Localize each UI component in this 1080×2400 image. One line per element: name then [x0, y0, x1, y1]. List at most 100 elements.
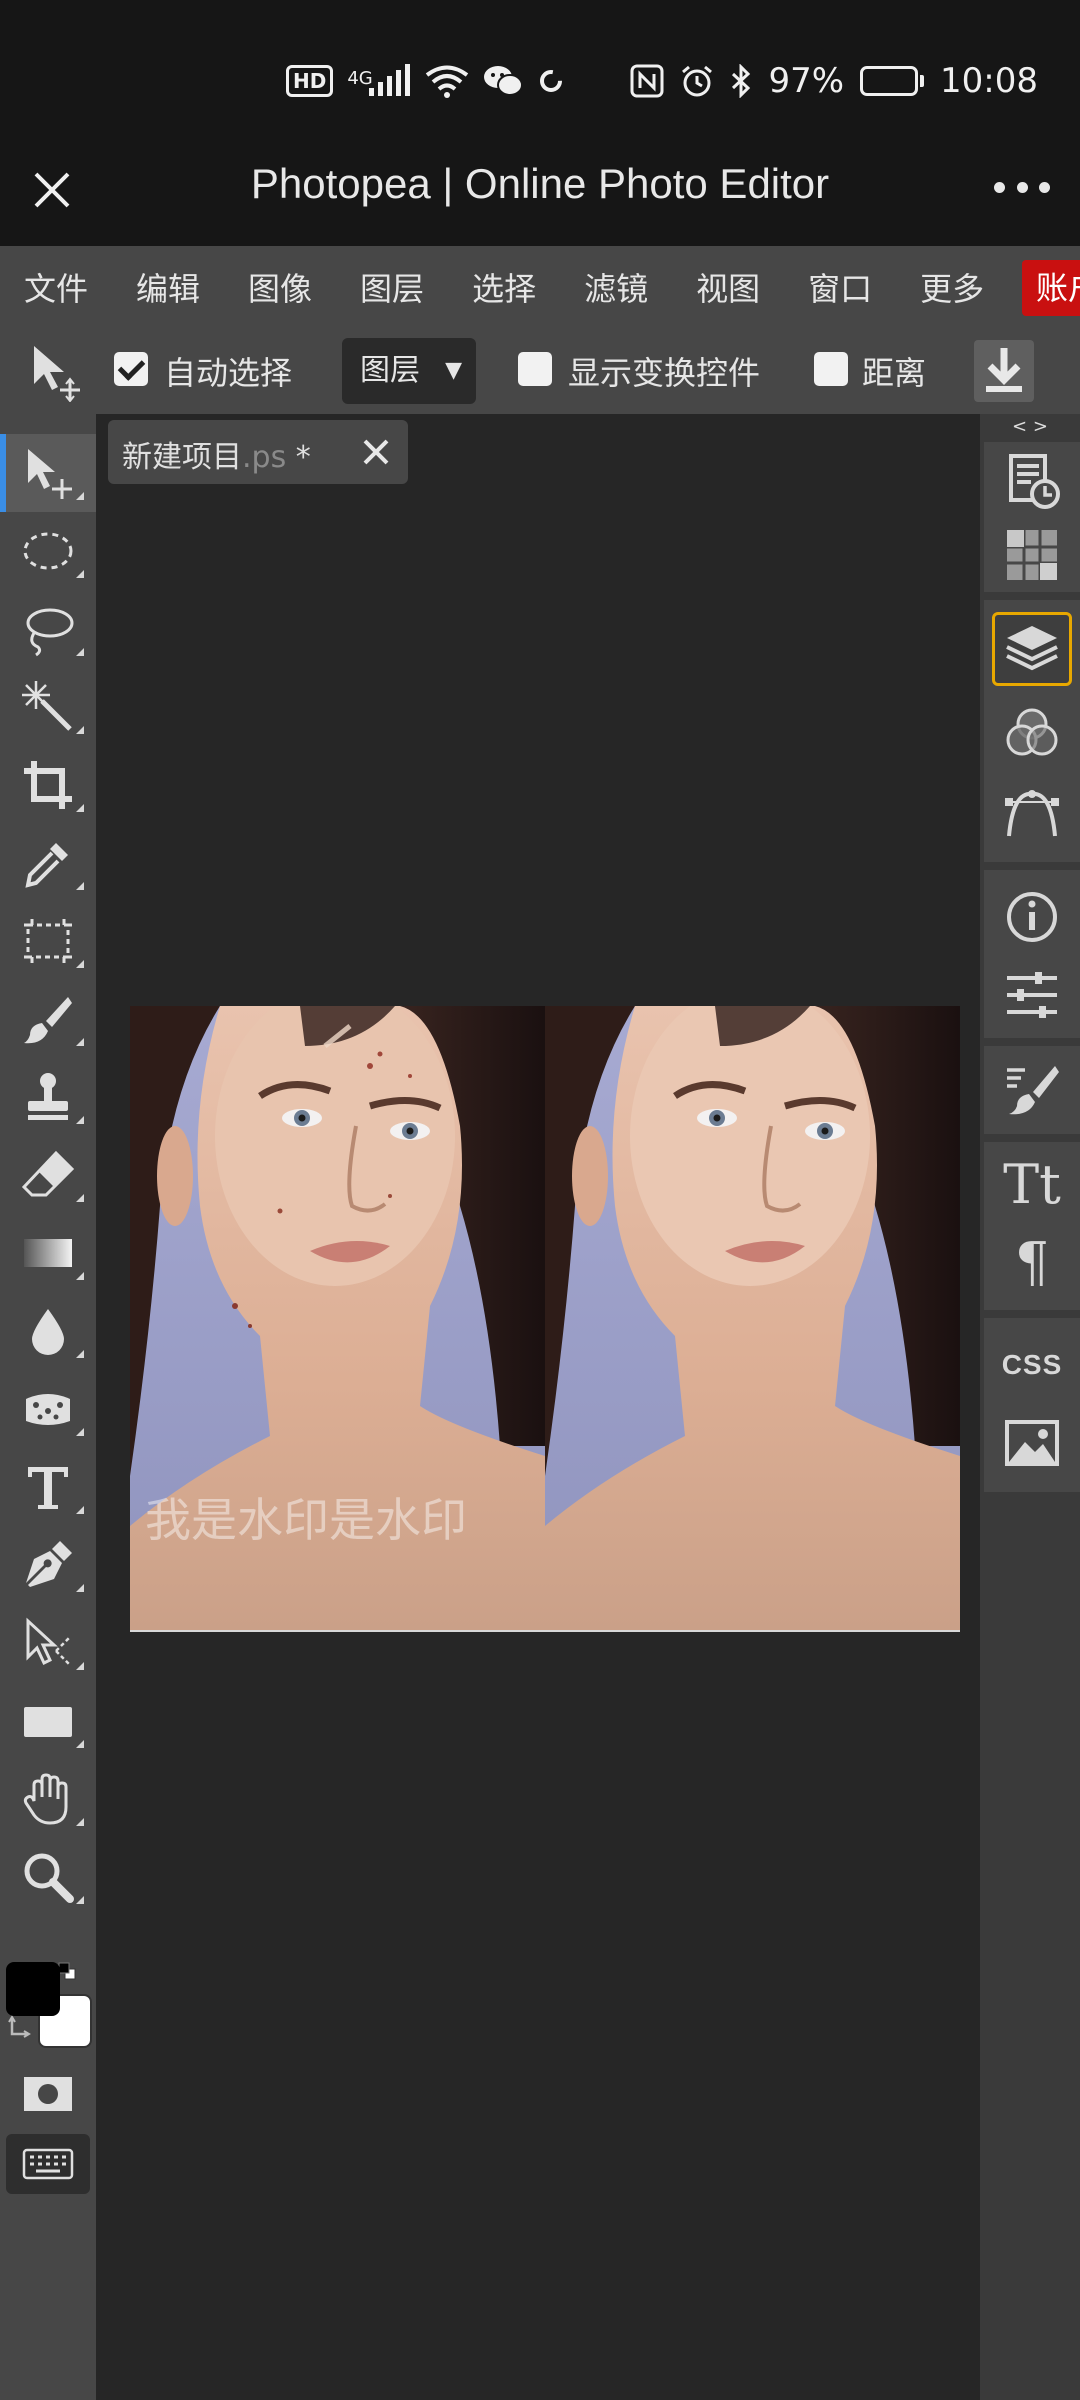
paths-icon — [1005, 790, 1059, 837]
auto-select-target-dropdown[interactable]: 图层 ▼ — [342, 338, 476, 404]
frame-select-tool[interactable] — [0, 902, 96, 980]
dock-group-info — [984, 870, 1080, 1038]
dashed-frame-icon — [24, 919, 72, 963]
sponge-tool[interactable] — [0, 1370, 96, 1448]
dock-group-brush — [984, 1046, 1080, 1134]
css-panel-button[interactable]: CSS — [992, 1328, 1072, 1402]
status-bar: HD 4G 97% 10:08 — [0, 0, 1080, 150]
default-colors-icon[interactable] — [58, 1962, 76, 1980]
status-left-icons: HD 4G — [286, 58, 565, 104]
document-tab-title: 新建项目.ps * — [122, 432, 311, 476]
menu-window[interactable]: 窗口 — [808, 264, 872, 310]
auto-select-checkbox[interactable] — [114, 352, 148, 386]
clock: 10:08 — [940, 61, 1038, 101]
paragraph-panel-button[interactable]: ¶ — [992, 1226, 1072, 1300]
layers-panel-button[interactable] — [992, 612, 1072, 686]
ellipse-marquee-icon — [23, 532, 73, 570]
swap-colors-icon[interactable] — [8, 2014, 34, 2040]
menu-filter[interactable]: 滤镜 — [584, 264, 648, 310]
move-icon — [28, 449, 72, 499]
document-tab[interactable]: 新建项目.ps * — [108, 420, 408, 484]
history-panel-button[interactable] — [992, 444, 1072, 518]
blur-tool[interactable] — [0, 1292, 96, 1370]
menu-bar: 文件 编辑 图像 图层 选择 滤镜 视图 窗口 更多 账户 — [0, 246, 1080, 328]
chevron-down-icon: ▼ — [445, 358, 462, 383]
more-options-button[interactable] — [994, 172, 1050, 202]
panel-dock: < > Tt ¶ CSS — [980, 414, 1080, 2400]
eraser-tool[interactable] — [0, 1136, 96, 1214]
show-transform-checkbox[interactable] — [518, 352, 552, 386]
zoom-tool[interactable] — [0, 1838, 96, 1916]
brush-settings-panel-button[interactable] — [992, 1052, 1072, 1126]
paragraph-icon: ¶ — [1014, 1231, 1050, 1294]
dock-collapse-toggle[interactable]: < > — [980, 416, 1080, 438]
eyedropper-icon — [25, 843, 68, 888]
close-tab-icon[interactable] — [360, 436, 392, 468]
move-tool[interactable] — [0, 434, 96, 512]
sync-icon — [539, 70, 562, 92]
canvas-workspace[interactable]: 新建项目.ps * 我是水印是水印 — [96, 414, 980, 2400]
hd-icon: HD — [286, 65, 334, 97]
swatches-icon — [1007, 530, 1057, 580]
rectangle-tool[interactable] — [0, 1682, 96, 1760]
swatches-panel-button[interactable] — [992, 518, 1072, 592]
brush-tool[interactable] — [0, 980, 96, 1058]
download-button[interactable] — [974, 340, 1034, 402]
brush-icon — [24, 997, 72, 1044]
lasso-tool[interactable] — [0, 590, 96, 668]
properties-panel-button[interactable] — [992, 958, 1072, 1032]
sponge-icon — [26, 1394, 70, 1425]
distance-checkbox[interactable] — [814, 352, 848, 386]
paths-panel-button[interactable] — [992, 776, 1072, 850]
foreground-color-swatch[interactable] — [6, 1962, 60, 2016]
network-type: 4G — [347, 68, 373, 89]
path-select-icon — [26, 1617, 71, 1666]
hand-icon — [23, 1773, 68, 1825]
wifi-icon — [425, 65, 468, 98]
wechat-icon — [483, 66, 523, 96]
pen-tool[interactable] — [0, 1526, 96, 1604]
brush-settings-icon — [1007, 1066, 1059, 1115]
eraser-icon — [21, 1150, 75, 1197]
channels-panel-button[interactable] — [992, 696, 1072, 770]
type-tool[interactable] — [0, 1448, 96, 1526]
dock-group-layers — [984, 600, 1080, 862]
gradient-icon — [24, 1239, 72, 1267]
dock-group-misc: CSS — [984, 1318, 1080, 1492]
crop-tool[interactable] — [0, 746, 96, 824]
download-icon — [986, 348, 1022, 392]
pen-icon — [26, 1541, 72, 1587]
character-icon: Tt — [1003, 1153, 1061, 1216]
image-panel-button[interactable] — [992, 1406, 1072, 1480]
menu-edit[interactable]: 编辑 — [136, 264, 200, 310]
dock-group-text: Tt ¶ — [984, 1142, 1080, 1310]
elliptical-marquee-tool[interactable] — [0, 512, 96, 590]
menu-file[interactable]: 文件 — [24, 264, 88, 310]
quick-mask-button[interactable] — [0, 2054, 96, 2132]
rectangle-icon — [24, 1707, 72, 1737]
info-panel-button[interactable] — [992, 880, 1072, 954]
menu-view[interactable]: 视图 — [696, 264, 760, 310]
account-button[interactable]: 账户 — [1022, 260, 1080, 316]
battery-percent: 97% — [768, 61, 845, 101]
menu-layer[interactable]: 图层 — [360, 264, 424, 310]
menu-select[interactable]: 选择 — [472, 264, 536, 310]
gradient-tool[interactable] — [0, 1214, 96, 1292]
menu-more[interactable]: 更多 — [920, 264, 984, 310]
history-icon — [1009, 454, 1060, 509]
move-tool-preset-icon[interactable] — [26, 342, 86, 402]
character-panel-button[interactable]: Tt — [992, 1148, 1072, 1222]
keyboard-button[interactable] — [6, 2134, 90, 2194]
menu-image[interactable]: 图像 — [248, 264, 312, 310]
lasso-icon — [26, 608, 74, 657]
canvas-image[interactable]: 我是水印是水印 — [130, 1006, 960, 1632]
browser-title-bar: Photopea | Online Photo Editor — [0, 150, 1080, 246]
clone-stamp-tool[interactable] — [0, 1058, 96, 1136]
path-selection-tool[interactable] — [0, 1604, 96, 1682]
after-portrait — [545, 1006, 960, 1632]
eyedropper-tool[interactable] — [0, 824, 96, 902]
quick-mask-icon — [24, 2077, 72, 2111]
auto-select-label: 自动选择 — [164, 354, 293, 392]
magic-wand-tool[interactable] — [0, 668, 96, 746]
hand-tool[interactable] — [0, 1760, 96, 1838]
